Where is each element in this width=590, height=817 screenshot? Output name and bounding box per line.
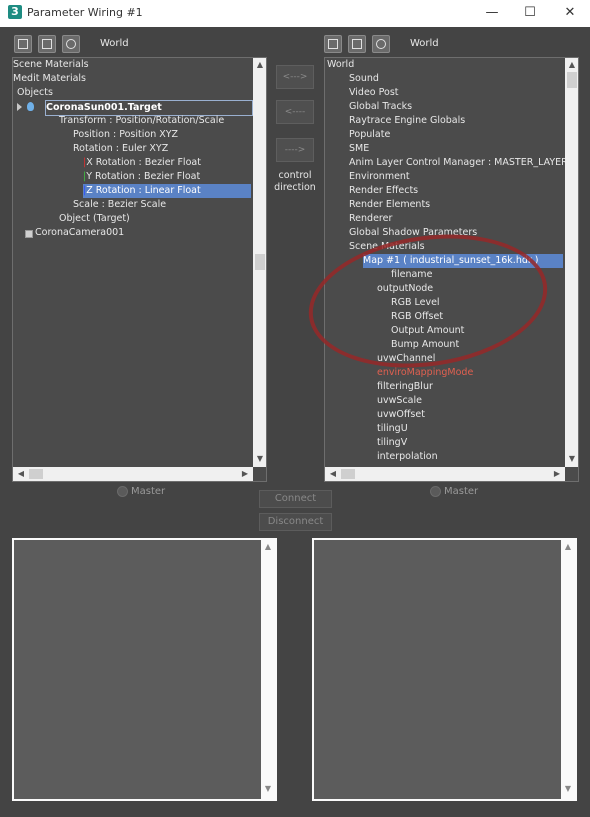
refresh-icon[interactable]: [62, 35, 80, 53]
window-title: Parameter Wiring #1: [27, 6, 143, 19]
tree-item[interactable]: Position : Position XYZ: [73, 128, 178, 142]
tree-item[interactable]: Transform : Position/Rotation/Scale: [59, 114, 224, 128]
scroll-thumb[interactable]: [341, 469, 355, 479]
vertical-scrollbar[interactable]: ▲ ▼: [261, 540, 275, 799]
tree-view-icon[interactable]: [324, 35, 342, 53]
scroll-down-icon[interactable]: ▼: [562, 784, 574, 793]
control-direction-label: control direction: [274, 170, 316, 193]
tree-item[interactable]: tilingV: [377, 436, 407, 450]
horizontal-scrollbar[interactable]: ◀ ▶: [13, 467, 253, 481]
vertical-scrollbar[interactable]: ▲ ▼: [253, 58, 266, 467]
tree-item[interactable]: World: [327, 58, 354, 72]
tree-item[interactable]: Sound: [349, 72, 379, 86]
scroll-thumb[interactable]: [29, 469, 43, 479]
tree-item[interactable]: Render Elements: [349, 198, 430, 212]
tree-view-icon[interactable]: [14, 35, 32, 53]
tree-item[interactable]: Raytrace Engine Globals: [349, 114, 465, 128]
tree-item-camera[interactable]: CoronaCamera001: [35, 226, 124, 240]
tree-item[interactable]: interpolation: [377, 450, 438, 464]
tree-item[interactable]: Medit Materials: [13, 72, 86, 86]
tree-item-enviro-mapping-mode[interactable]: enviroMappingMode: [377, 366, 473, 380]
connect-button[interactable]: Connect: [259, 490, 332, 508]
light-icon: [27, 102, 34, 111]
right-expression-panel[interactable]: ▲ ▼: [312, 538, 577, 801]
close-button[interactable]: ✕: [552, 1, 588, 25]
horizontal-scrollbar[interactable]: ◀ ▶: [325, 467, 565, 481]
tree-item-x-rotation[interactable]: |X Rotation : Bezier Float: [83, 156, 201, 170]
tree-item[interactable]: Renderer: [349, 212, 392, 226]
scroll-down-icon[interactable]: ▼: [262, 784, 274, 793]
tree-item[interactable]: Anim Layer Control Manager : MASTER_LAYE…: [349, 156, 578, 170]
tree-item[interactable]: uvwScale: [377, 394, 422, 408]
tree-item[interactable]: uvwOffset: [377, 408, 425, 422]
tree-item[interactable]: Video Post: [349, 86, 399, 100]
left-world-label: World: [100, 38, 129, 49]
tree-item[interactable]: Render Effects: [349, 184, 418, 198]
tree-item-label: Z Rotation : Linear Float: [86, 185, 201, 196]
scroll-up-icon[interactable]: ▲: [262, 542, 274, 551]
tree-item-label: X Rotation : Bezier Float: [86, 157, 201, 168]
scroll-down-icon[interactable]: ▼: [566, 454, 578, 463]
tree-item-label: Y Rotation : Bezier Float: [86, 171, 201, 182]
tree-item[interactable]: Scene Materials: [13, 58, 89, 72]
right-master-radio[interactable]: [430, 486, 441, 497]
right-master-label: Master: [444, 486, 479, 497]
scroll-up-icon[interactable]: ▲: [562, 542, 574, 551]
tree-item[interactable]: Rotation : Euler XYZ: [73, 142, 168, 156]
tree-item[interactable]: SME: [349, 142, 369, 156]
tree-item[interactable]: filteringBlur: [377, 380, 433, 394]
tree-item[interactable]: tilingU: [377, 422, 408, 436]
scroll-right-icon[interactable]: ▶: [551, 469, 563, 478]
right-direction-button[interactable]: ---->: [276, 138, 314, 162]
expand-arrow-icon[interactable]: [17, 103, 22, 111]
left-expression-panel[interactable]: ▲ ▼: [12, 538, 277, 801]
app-icon: 3: [8, 5, 22, 19]
scroll-thumb[interactable]: [255, 254, 265, 270]
left-master-radio[interactable]: [117, 486, 128, 497]
maximize-button[interactable]: ☐: [512, 1, 548, 25]
tree-item-z-rotation[interactable]: |Z Rotation : Linear Float: [83, 184, 251, 198]
title-bar: 3 Parameter Wiring #1 — ☐ ✕: [0, 0, 590, 27]
scroll-up-icon[interactable]: ▲: [254, 60, 266, 69]
vertical-scrollbar[interactable]: ▲ ▼: [561, 540, 575, 799]
left-master-label: Master: [131, 486, 166, 497]
tree-item-y-rotation[interactable]: |Y Rotation : Bezier Float: [83, 170, 200, 184]
left-parameter-tree[interactable]: Scene Materials Medit Materials Objects …: [12, 57, 267, 482]
vertical-scrollbar[interactable]: ▲ ▼: [565, 58, 578, 467]
filter-icon[interactable]: [38, 35, 56, 53]
disconnect-button[interactable]: Disconnect: [259, 513, 332, 531]
left-direction-button[interactable]: <----: [276, 100, 314, 124]
scroll-down-icon[interactable]: ▼: [254, 454, 266, 463]
right-world-label: World: [410, 38, 439, 49]
tree-item[interactable]: Environment: [349, 170, 410, 184]
scroll-up-icon[interactable]: ▲: [566, 60, 578, 69]
scroll-left-icon[interactable]: ◀: [327, 469, 339, 478]
filter-icon[interactable]: [348, 35, 366, 53]
tree-item[interactable]: Scale : Bezier Scale: [73, 198, 166, 212]
tree-item[interactable]: Global Tracks: [349, 100, 412, 114]
scroll-left-icon[interactable]: ◀: [15, 469, 27, 478]
refresh-icon[interactable]: [372, 35, 390, 53]
minimize-button[interactable]: —: [474, 1, 510, 25]
camera-icon: [25, 230, 33, 238]
bidirectional-button[interactable]: <--->: [276, 65, 314, 89]
tree-item[interactable]: Object (Target): [59, 212, 130, 226]
tree-item[interactable]: Populate: [349, 128, 390, 142]
scroll-thumb[interactable]: [567, 72, 577, 88]
tree-item[interactable]: Objects: [17, 86, 53, 100]
scroll-right-icon[interactable]: ▶: [239, 469, 251, 478]
